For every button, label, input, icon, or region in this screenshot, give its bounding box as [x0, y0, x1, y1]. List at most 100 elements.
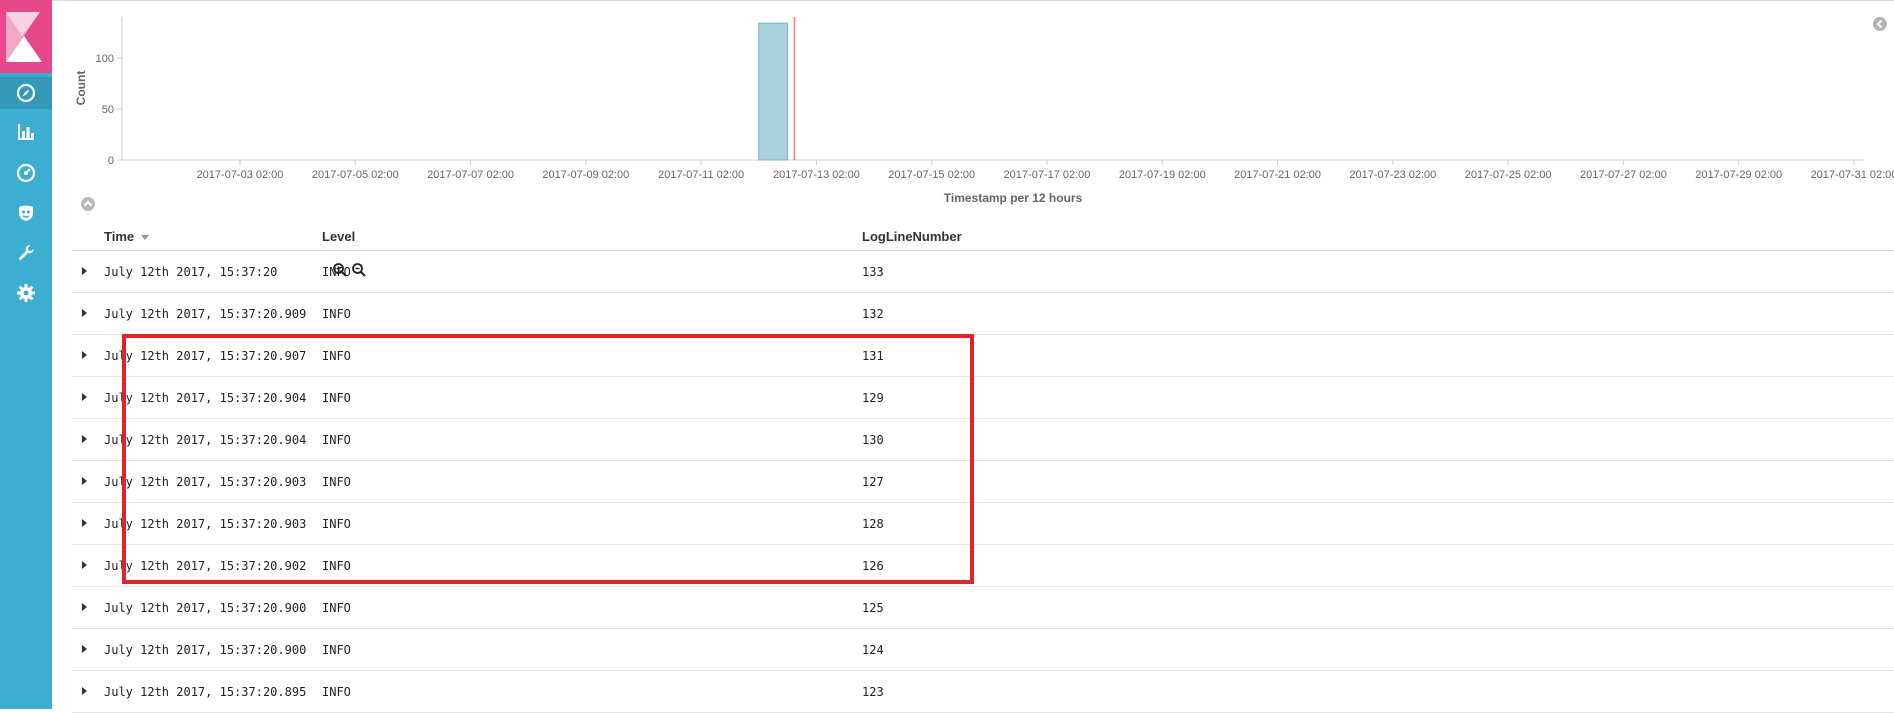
sidebar-item-timelion[interactable] — [10, 197, 42, 229]
x-axis-label: Timestamp per 12 hours — [944, 191, 1083, 205]
table-row[interactable]: July 12th 2017, 15:37:20.900 INFO 124 — [72, 629, 1894, 671]
x-tick-label: 2017-07-23 02:00 — [1349, 169, 1436, 181]
x-tick-label: 2017-07-17 02:00 — [1004, 169, 1091, 181]
column-header-time-label: Time — [104, 229, 135, 244]
y-tick-label: 100 — [96, 53, 114, 65]
histogram-svg: 0 50 100 Count 2017-07-03 02:00 2017-07-05 02… — [74, 17, 1894, 205]
bar-chart-icon — [18, 124, 34, 140]
cell-time: July 12th 2017, 15:37:20.900 — [104, 643, 307, 657]
x-tick-label: 2017-07-29 02:00 — [1695, 169, 1782, 181]
chevron-up-circle-icon — [81, 197, 95, 211]
cell-log-line-number: 123 — [862, 685, 884, 699]
cell-log-line-number: 133 — [862, 265, 884, 279]
column-header-level[interactable]: Level — [322, 229, 355, 244]
x-tick-label: 2017-07-09 02:00 — [542, 169, 629, 181]
expand-row-caret-icon[interactable] — [82, 519, 87, 527]
cell-time: July 12th 2017, 15:37:20.902 — [104, 559, 307, 573]
table-row[interactable]: July 12th 2017, 15:37:20.902 INFO 126 — [72, 545, 1894, 587]
table-row[interactable]: July 12th 2017, 15:37:20 INFO 133 — [72, 251, 1894, 293]
cell-log-line-number: 128 — [862, 517, 884, 531]
expand-row-caret-icon[interactable] — [82, 267, 87, 275]
expand-row-caret-icon[interactable] — [82, 309, 87, 317]
table-header: Time Level LogLineNumber — [72, 222, 1894, 251]
gauge-icon — [16, 163, 36, 183]
sidebar-item-discover[interactable] — [0, 77, 52, 109]
cell-log-line-number: 126 — [862, 559, 884, 573]
expand-row-caret-icon[interactable] — [82, 687, 87, 695]
x-tick-label: 2017-07-05 02:00 — [312, 169, 399, 181]
toggle-chart-button[interactable] — [80, 196, 96, 212]
table-row[interactable]: July 12th 2017, 15:37:20.909 INFO 132 — [72, 293, 1894, 335]
table-row[interactable]: July 12th 2017, 15:37:20.895 INFO 123 — [72, 671, 1894, 713]
expand-row-caret-icon[interactable] — [82, 393, 87, 401]
x-tick-label: 2017-07-07 02:00 — [427, 169, 514, 181]
compass-icon — [16, 83, 36, 103]
sidebar — [0, 0, 52, 709]
x-tick-label: 2017-07-31 02:00 — [1811, 169, 1894, 181]
expand-row-caret-icon[interactable] — [82, 435, 87, 443]
cell-level: INFO — [322, 601, 351, 615]
table-row[interactable]: July 12th 2017, 15:37:20.900 INFO 125 — [72, 587, 1894, 629]
x-tick-label: 2017-07-19 02:00 — [1119, 169, 1206, 181]
sidebar-item-management[interactable] — [10, 277, 42, 309]
x-tick-label: 2017-07-03 02:00 — [197, 169, 284, 181]
cell-level: INFO — [322, 433, 351, 447]
sort-down-icon[interactable] — [140, 235, 149, 241]
table-row[interactable]: July 12th 2017, 15:37:20.907 INFO 131 — [72, 335, 1894, 377]
expand-row-caret-icon[interactable] — [82, 351, 87, 359]
x-tick-label: 2017-07-11 02:00 — [658, 169, 744, 181]
sidebar-item-visualize[interactable] — [10, 116, 42, 148]
cell-time: July 12th 2017, 15:37:20.907 — [104, 349, 307, 363]
cell-level: INFO — [322, 685, 351, 699]
cell-log-line-number: 130 — [862, 433, 884, 447]
column-header-log-line-number[interactable]: LogLineNumber — [862, 229, 962, 244]
cell-level: INFO — [322, 349, 351, 363]
cell-time: July 12th 2017, 15:37:20 — [104, 265, 278, 279]
collapse-sidebar-button[interactable] — [1872, 16, 1888, 32]
cell-level: INFO — [322, 475, 351, 489]
column-header-time[interactable]: Time — [104, 229, 149, 244]
table-row[interactable]: July 12th 2017, 15:37:20.903 INFO 128 — [72, 503, 1894, 545]
zoom-out-icon[interactable] — [351, 262, 367, 278]
expand-row-caret-icon[interactable] — [82, 561, 87, 569]
cell-time: July 12th 2017, 15:37:20.895 — [104, 685, 307, 699]
cell-level: INFO — [322, 307, 351, 321]
discover-main: 0 50 100 Count 2017-07-03 02:00 2017-07-05 02… — [52, 0, 1894, 713]
y-axis-label: Count — [74, 71, 88, 106]
cell-log-line-number: 132 — [862, 307, 884, 321]
expand-row-caret-icon[interactable] — [82, 645, 87, 653]
histogram-chart: 0 50 100 Count 2017-07-03 02:00 2017-07-05 02… — [52, 0, 1894, 215]
cell-level: INFO — [322, 265, 351, 279]
cell-log-line-number: 124 — [862, 643, 884, 657]
cell-log-line-number: 129 — [862, 391, 884, 405]
x-tick-label: 2017-07-27 02:00 — [1580, 169, 1667, 181]
cell-time: July 12th 2017, 15:37:20.904 — [104, 433, 307, 447]
cell-level: INFO — [322, 391, 351, 405]
gear-icon — [17, 284, 35, 302]
cell-time: July 12th 2017, 15:37:20.903 — [104, 475, 307, 489]
cell-time: July 12th 2017, 15:37:20.909 — [104, 307, 307, 321]
wrench-icon — [18, 245, 34, 261]
shield-face-icon — [19, 205, 33, 221]
sidebar-item-dev-tools[interactable] — [10, 237, 42, 269]
chevron-left-circle-icon — [1873, 17, 1887, 31]
expand-row-caret-icon[interactable] — [82, 477, 87, 485]
table-row[interactable]: July 12th 2017, 15:37:20.904 INFO 130 — [72, 419, 1894, 461]
x-tick-label: 2017-07-13 02:00 — [773, 169, 860, 181]
cell-level: INFO — [322, 643, 351, 657]
cell-time: July 12th 2017, 15:37:20.903 — [104, 517, 307, 531]
histogram-bar — [758, 22, 789, 161]
cell-level: INFO — [322, 559, 351, 573]
cell-time: July 12th 2017, 15:37:20.900 — [104, 601, 307, 615]
cell-log-line-number: 127 — [862, 475, 884, 489]
table-row[interactable]: July 12th 2017, 15:37:20.904 INFO 129 — [72, 377, 1894, 419]
expand-row-caret-icon[interactable] — [82, 603, 87, 611]
cell-time: July 12th 2017, 15:37:20.904 — [104, 391, 307, 405]
kibana-logo[interactable] — [0, 0, 52, 73]
table-row[interactable]: July 12th 2017, 15:37:20.903 INFO 127 — [72, 461, 1894, 503]
cell-level: INFO — [322, 517, 351, 531]
x-tick-label: 2017-07-15 02:00 — [888, 169, 975, 181]
sidebar-item-dashboard[interactable] — [10, 157, 42, 189]
y-tick-label: 0 — [108, 155, 114, 167]
documents-table: Time Level LogLineNumber July 12th 2017,… — [72, 222, 1894, 713]
